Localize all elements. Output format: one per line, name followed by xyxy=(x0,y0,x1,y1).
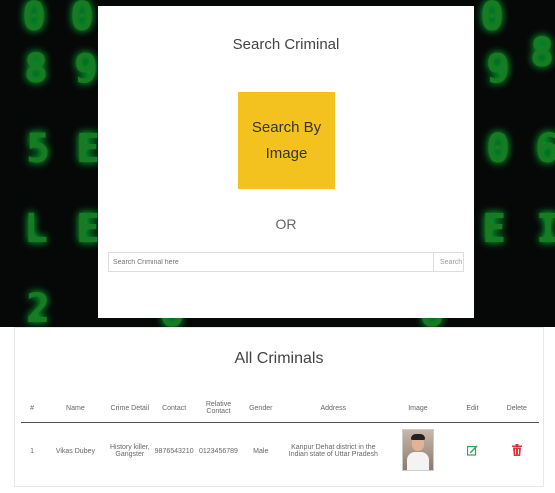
cell-delete xyxy=(495,423,539,480)
table-row: 1 Vikas Dubey History killer, Gangster 9… xyxy=(21,423,539,480)
col-name: Name xyxy=(43,394,108,423)
trash-icon[interactable] xyxy=(511,443,522,459)
cell-image xyxy=(386,423,450,480)
search-by-image-button[interactable]: Search By Image xyxy=(238,92,335,189)
cell-relative-contact: 0123456789 xyxy=(198,447,238,455)
or-divider: OR xyxy=(275,216,297,232)
cell-gender: Male xyxy=(253,447,269,455)
section-title: All Criminals xyxy=(234,350,324,367)
col-edit: Edit xyxy=(450,394,495,423)
cell-edit xyxy=(450,423,494,480)
cell-crime-detail: History killer, Gangster xyxy=(109,444,150,458)
table-header-row: # Name Crime Detail Contact Relative Con… xyxy=(21,394,539,423)
search-bar: Search xyxy=(108,252,464,272)
col-gender: Gender xyxy=(240,394,281,423)
edit-icon[interactable] xyxy=(466,444,478,459)
col-index: # xyxy=(21,394,44,423)
search-input[interactable] xyxy=(109,253,433,271)
cell-address: Kanpur Dehat district in the Indian stat… xyxy=(288,444,378,458)
cell-index: 1 xyxy=(30,447,35,455)
cell-name: Vikas Dubey xyxy=(55,447,95,455)
cell-contact: 9876543210 xyxy=(154,447,194,455)
search-button[interactable]: Search xyxy=(433,253,463,271)
col-image: Image xyxy=(385,394,451,423)
criminals-section: All Criminals # Name Crime Detail Contac… xyxy=(14,327,544,487)
panel-title: Search Criminal xyxy=(232,36,340,53)
col-relative-contact: Relative Contact xyxy=(196,394,241,423)
criminals-table: # Name Crime Detail Contact Relative Con… xyxy=(21,394,539,479)
col-contact: Contact xyxy=(151,394,197,423)
search-panel: Search Criminal Search By Image OR Searc… xyxy=(98,6,474,318)
col-delete: Delete xyxy=(494,394,539,423)
col-crime-detail: Crime Detail xyxy=(107,394,152,423)
person-photo xyxy=(401,429,434,471)
col-address: Address xyxy=(280,394,386,423)
